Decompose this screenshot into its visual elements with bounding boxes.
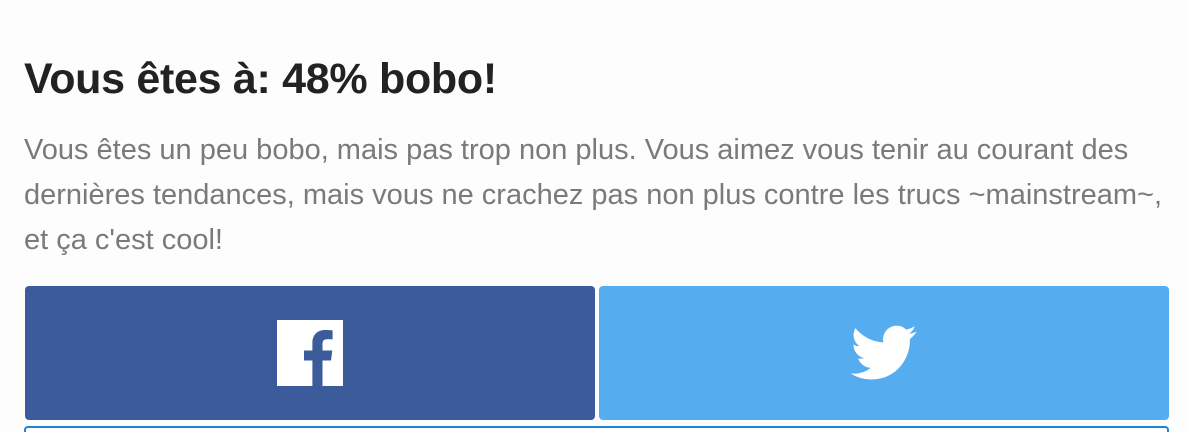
next-section-box <box>24 426 1169 432</box>
result-description: Vous êtes un peu bobo, mais pas trop non… <box>24 134 1163 256</box>
facebook-share-button[interactable] <box>25 286 595 420</box>
twitter-share-button[interactable] <box>599 286 1169 420</box>
share-buttons <box>25 286 1169 420</box>
facebook-icon <box>277 320 343 386</box>
twitter-icon <box>850 325 918 381</box>
result-title: Vous êtes à: 48% bobo! <box>24 55 497 103</box>
